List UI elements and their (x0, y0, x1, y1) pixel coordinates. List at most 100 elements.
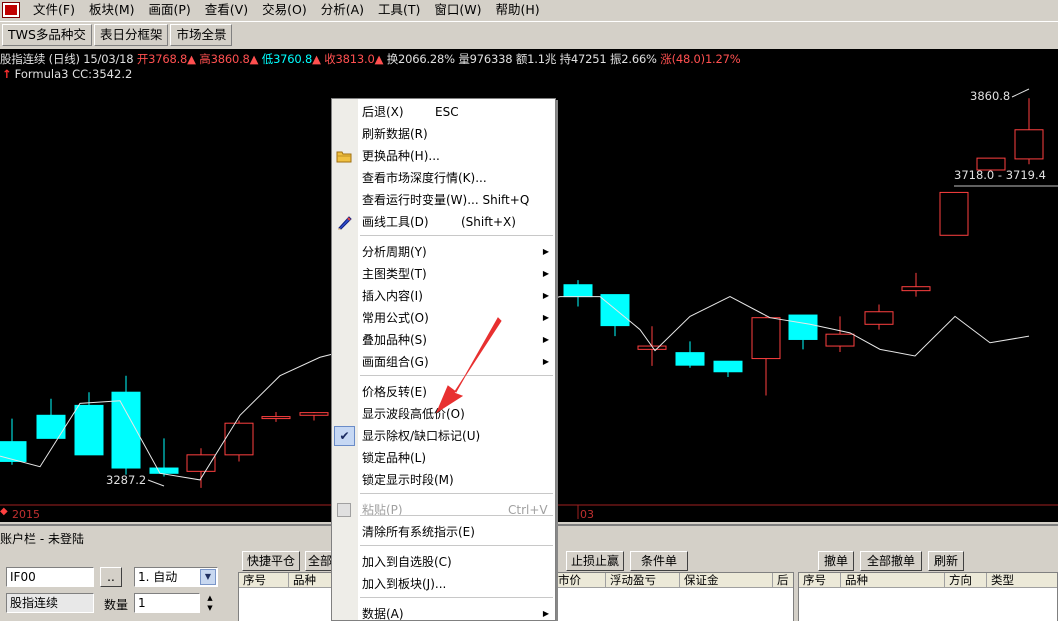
conditional-order-button[interactable]: 条件单 (630, 551, 688, 571)
low-label-leader (147, 479, 165, 487)
formula-line: ↑ Formula3 CC:3542.2 (2, 67, 132, 81)
candle-body (224, 422, 254, 456)
low-up-icon: ▲ (312, 52, 321, 66)
menu-analysis[interactable]: 分析(A) (314, 1, 371, 19)
year-marker-icon: ◆ (0, 506, 8, 517)
menu-item-show-band-hilo[interactable]: 显示波段高低价(O) (332, 403, 555, 425)
menu-item-drawing-tools[interactable]: 画线工具(D) (Shift+X) (332, 211, 555, 233)
browse-button[interactable]: .. (100, 567, 122, 587)
menu-item-label: 加入到自选股(C) (362, 555, 452, 569)
symbol-name-field: 股指连续 (6, 593, 94, 613)
quantity-input[interactable]: 1 (134, 593, 200, 613)
low-price: 低3760.8 (261, 52, 313, 66)
menu-item-clear-indicators[interactable]: 清除所有系统指示(E) (332, 521, 555, 543)
candle-body (864, 311, 894, 325)
candle-body (0, 441, 27, 462)
menu-item-main-chart-type[interactable]: 主图类型(T) ▶ (332, 263, 555, 285)
candle-body (600, 294, 630, 327)
quote-info-line: 股指连续 (日线) 15/03/18 开3768.8▲ 高3860.8▲ 低37… (0, 51, 741, 67)
menu-item-price-reverse[interactable]: 价格反转(E) (332, 381, 555, 403)
col-index: 序号 (239, 573, 289, 587)
menu-item-label: 锁定品种(L) (362, 451, 427, 465)
menu-item-label: 查看市场深度行情(K)... (362, 171, 487, 185)
gap-marker-label: 3718.0 - 3719.4 (954, 168, 1046, 182)
high-price: 高3860.8 (199, 52, 250, 66)
menu-item-insert-content[interactable]: 插入内容(I) ▶ (332, 285, 555, 307)
tab-tws-multi[interactable]: TWS多品种交 (2, 24, 92, 46)
menu-item-label: 画线工具(D) (362, 215, 429, 229)
high-up-icon: ▲ (249, 52, 259, 66)
menu-item-market-depth[interactable]: 查看市场深度行情(K)... (332, 167, 555, 189)
symbol-name: 股指连续 (日线) (0, 52, 80, 66)
stop-loss-profit-button[interactable]: 止损止赢 (566, 551, 624, 571)
col-floating-pnl: 浮动盈亏 (606, 573, 680, 587)
menu-separator (360, 545, 553, 546)
menu-item-lock-time-range[interactable]: 锁定显示时段(M) (332, 469, 555, 491)
menu-item-paste: 粘贴(P) Ctrl+V (332, 499, 555, 521)
open-price: 开3768.8 (136, 52, 188, 66)
menu-item-refresh-data[interactable]: 刷新数据(R) (332, 123, 555, 145)
menu-item-runtime-vars[interactable]: 查看运行时变量(W)... Shift+Q (332, 189, 555, 211)
submenu-arrow-icon: ▶ (542, 357, 549, 366)
menu-separator (360, 375, 553, 376)
cancel-all-orders-button[interactable]: 全部撤单 (860, 551, 922, 571)
col-market-price: 市价 (554, 573, 606, 587)
menu-item-label: 锁定显示时段(M) (362, 473, 454, 487)
quick-close-button[interactable]: 快捷平仓 (242, 551, 300, 571)
menu-file[interactable]: 文件(F) (26, 1, 82, 19)
clipboard-icon (337, 503, 351, 517)
menu-item-show-gap-marks[interactable]: 显示除权/缺口标记(U) ✔ (332, 425, 555, 447)
volume: 量976338 (458, 52, 513, 66)
checkmark-icon: ✔ (334, 426, 355, 446)
menu-item-label: 插入内容(I) (362, 289, 423, 303)
menu-item-label: 显示除权/缺口标记(U) (362, 429, 481, 443)
cancel-order-button[interactable]: 撤单 (818, 551, 854, 571)
menu-trade[interactable]: 交易(O) (255, 1, 314, 19)
submenu-arrow-icon: ▶ (542, 335, 549, 344)
menu-item-layout-combos[interactable]: 画面组合(G) ▶ (332, 351, 555, 373)
col-type: 类型 (991, 573, 1014, 587)
menu-screen[interactable]: 画面(P) (142, 1, 198, 19)
col-order-symbol: 品种 (841, 573, 945, 587)
menu-item-shortcut: Ctrl+V (508, 503, 548, 517)
menu-item-data[interactable]: 数据(A) ▶ (332, 603, 555, 621)
menu-item-overlay-symbols[interactable]: 叠加品种(S) ▶ (332, 329, 555, 351)
menu-item-shortcut: ESC (435, 105, 459, 119)
candle-body (675, 352, 705, 366)
menu-view[interactable]: 查看(V) (198, 1, 255, 19)
candle-body (149, 467, 179, 474)
menu-separator (360, 493, 553, 494)
menu-item-add-to-watchlist[interactable]: 加入到自选股(C) (332, 551, 555, 573)
menu-item-change-symbol[interactable]: 更换品种(H)... (332, 145, 555, 167)
app-logo-icon[interactable] (2, 2, 20, 18)
menu-item-label: 查看运行时变量(W)... Shift+Q (362, 193, 530, 207)
candle-body (825, 333, 855, 347)
pencil-icon (338, 216, 352, 230)
menu-item-back[interactable]: 后退(X) ESC (332, 101, 555, 123)
menu-item-label: 刷新数据(R) (362, 127, 428, 141)
folder-icon (336, 151, 352, 163)
chevron-down-icon[interactable]: ▼ (200, 569, 216, 585)
menu-item-analysis-period[interactable]: 分析周期(Y) ▶ (332, 241, 555, 263)
menu-item-label: 加入到板块(J)... (362, 577, 447, 591)
menu-tools[interactable]: 工具(T) (371, 1, 427, 19)
orders-grid-header: 序号 品种 方向 类型 (799, 573, 1057, 588)
refresh-button[interactable]: 刷新 (928, 551, 964, 571)
menu-window[interactable]: 窗口(W) (427, 1, 488, 19)
menu-item-lock-symbol[interactable]: 锁定品种(L) (332, 447, 555, 469)
menu-item-label: 数据(A) (362, 607, 404, 621)
quantity-stepper[interactable]: ▲ ▼ (202, 593, 218, 613)
menu-item-common-formulas[interactable]: 常用公式(O) ▶ (332, 307, 555, 329)
amount: 额1.1兆 (515, 52, 557, 66)
symbol-code-input[interactable]: IF00 (6, 567, 94, 587)
menu-sector[interactable]: 板块(M) (82, 1, 142, 19)
menu-item-label: 常用公式(O) (362, 311, 429, 325)
menu-help[interactable]: 帮助(H) (489, 1, 547, 19)
menu-item-add-to-sector[interactable]: 加入到板块(J)... (332, 573, 555, 595)
tab-market-overview[interactable]: 市场全景 (170, 24, 233, 46)
menu-item-label: 画面组合(G) (362, 355, 429, 369)
menu-bar: 文件(F) 板块(M) 画面(P) 查看(V) 交易(O) 分析(A) 工具(T… (0, 0, 1058, 20)
quantity-label: 数量 (104, 598, 129, 612)
order-mode-select[interactable]: 1. 自动 ▼ (134, 567, 218, 587)
tab-table-day-frame[interactable]: 表日分框架 (93, 24, 169, 46)
